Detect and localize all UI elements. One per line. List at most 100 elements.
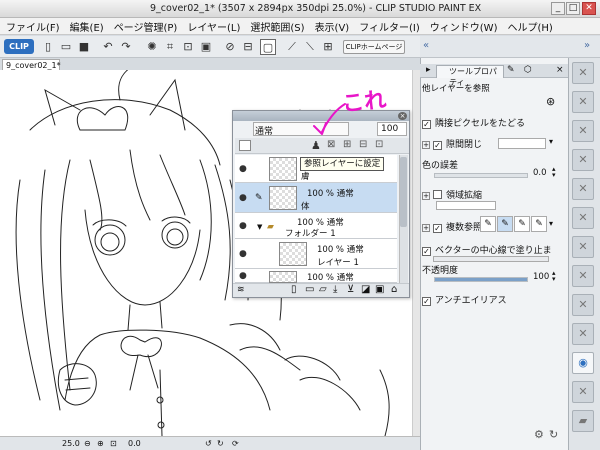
- eye-icon[interactable]: ●: [239, 193, 251, 203]
- trace-pixels-row[interactable]: ✓ 隣接ピクセルをたどる: [422, 116, 560, 129]
- palette-slot-9-icon[interactable]: ✕: [572, 294, 594, 316]
- eye-icon[interactable]: ●: [239, 249, 251, 259]
- open-folder-icon[interactable]: ▭: [58, 39, 74, 55]
- menu-help[interactable]: ヘルプ(H): [507, 19, 552, 34]
- gap-close-dropdown-icon[interactable]: ▾: [549, 137, 553, 146]
- redo-icon[interactable]: ↷: [118, 39, 134, 55]
- layer-palette-close-icon[interactable]: ×: [398, 112, 407, 120]
- menu-layer[interactable]: レイヤー(L): [187, 19, 240, 34]
- area-scaling-row[interactable]: + 領域拡縮: [422, 188, 560, 201]
- palette-slot-10-icon[interactable]: ✕: [572, 323, 594, 345]
- menu-page[interactable]: ページ管理(P): [114, 19, 178, 34]
- palette-expand-icon[interactable]: ▸: [426, 65, 431, 75]
- area-scaling-expand-icon[interactable]: +: [422, 192, 430, 200]
- antialias-row[interactable]: ✓ アンチエイリアス: [422, 293, 560, 306]
- lock-transparency-icon[interactable]: ⊞: [343, 139, 351, 150]
- layer-row[interactable]: ● 100 % 通常 レイヤー 1: [235, 239, 397, 269]
- clip-logo-button[interactable]: CLIP: [4, 39, 34, 54]
- panel-close-icon[interactable]: ×: [556, 65, 564, 75]
- reset-rotation-icon[interactable]: ⟳: [232, 439, 239, 448]
- opacity-slider[interactable]: [434, 277, 528, 282]
- special-ruler-icon[interactable]: ⟍: [302, 39, 318, 55]
- clear-icon[interactable]: ✺: [144, 39, 160, 55]
- area-scaling-input[interactable]: [436, 201, 496, 210]
- reference-all-layers-icon[interactable]: ✎: [480, 216, 496, 232]
- dock-expand-icon[interactable]: »: [584, 40, 590, 51]
- fit-screen-icon[interactable]: ⊡: [110, 439, 117, 448]
- menu-edit[interactable]: 編集(E): [70, 19, 104, 34]
- fill-icon[interactable]: ▣: [198, 39, 214, 55]
- multi-ref-checkbox[interactable]: ✓: [433, 224, 442, 233]
- opacity-stepper[interactable]: ▴ ▾: [552, 270, 556, 283]
- rotate-right-icon[interactable]: ↻: [217, 439, 224, 448]
- transform-icon[interactable]: ⌗: [162, 39, 178, 55]
- dock-collapse-icon[interactable]: «: [423, 40, 429, 51]
- eye-icon[interactable]: ●: [239, 221, 251, 231]
- color-margin-slider[interactable]: [434, 173, 528, 178]
- palette-slot-2-icon[interactable]: ✕: [572, 91, 594, 113]
- layer-row[interactable]: ● ✎ 100 % 通常 体: [235, 183, 397, 213]
- palette-slot-4-icon[interactable]: ✕: [572, 149, 594, 171]
- eye-icon[interactable]: ●: [239, 164, 251, 174]
- new-vector-layer-icon[interactable]: ▭: [305, 284, 314, 295]
- rotation-value[interactable]: 0.0: [128, 439, 141, 448]
- new-folder-icon[interactable]: ▱: [319, 284, 327, 295]
- multi-ref-dropdown-icon[interactable]: ▾: [549, 219, 553, 228]
- layer-row[interactable]: ● 100 % 通常: [235, 269, 397, 283]
- draft-layer-icon[interactable]: ⊡: [375, 139, 383, 150]
- settings-icon[interactable]: ⚙: [534, 428, 544, 441]
- sub-tool-detail-tab-icon[interactable]: ⬡: [524, 65, 532, 75]
- palette-slot-8-icon[interactable]: ✕: [572, 265, 594, 287]
- gap-close-checkbox[interactable]: ✓: [433, 141, 442, 150]
- delete-layer-icon[interactable]: ⌂: [391, 284, 397, 295]
- menu-filter[interactable]: フィルター(I): [359, 19, 420, 34]
- search-icon[interactable]: ⊛: [546, 95, 560, 109]
- maximize-button[interactable]: □: [566, 2, 580, 15]
- menu-window[interactable]: ウィンドウ(W): [430, 19, 498, 34]
- gap-close-expand-icon[interactable]: +: [422, 141, 430, 149]
- grid-snap-icon[interactable]: ⊞: [320, 39, 336, 55]
- trace-pixels-checkbox[interactable]: ✓: [422, 120, 431, 129]
- color-wheel-icon[interactable]: ◉: [572, 352, 594, 374]
- vector-center-row[interactable]: ✓ ベクターの中心線で塗り止ま: [422, 243, 560, 256]
- ruler-snap-icon[interactable]: ⟋: [284, 39, 300, 55]
- canvas-vertical-scrollbar[interactable]: [412, 70, 420, 436]
- reference-layer-mode-icon[interactable]: ✎: [497, 216, 513, 232]
- layer-color-icon[interactable]: [239, 140, 251, 151]
- invert-selection-icon[interactable]: ⊟: [240, 39, 256, 55]
- clip-lower-layer-icon[interactable]: ⊟: [359, 139, 367, 150]
- gap-close-level-selector[interactable]: [498, 138, 546, 149]
- palette-menu-icon[interactable]: ≋: [237, 285, 245, 295]
- reset-icon[interactable]: ↻: [549, 428, 558, 441]
- palette-slot-3-icon[interactable]: ✕: [572, 120, 594, 142]
- menu-selection[interactable]: 選択範囲(S): [250, 19, 304, 34]
- zoom-in-icon[interactable]: ⊕: [97, 439, 104, 448]
- vector-center-checkbox[interactable]: ✓: [422, 247, 431, 256]
- minimize-button[interactable]: _: [551, 2, 565, 15]
- folder-palette-icon[interactable]: ▰: [572, 410, 594, 432]
- layer-list-scroll-thumb[interactable]: [400, 157, 407, 227]
- multi-ref-expand-icon[interactable]: +: [422, 224, 430, 232]
- select-none-icon[interactable]: ⊘: [222, 39, 238, 55]
- menu-file[interactable]: ファイル(F): [6, 19, 60, 34]
- zoom-value[interactable]: 25.0: [62, 439, 80, 448]
- tool-property-tab[interactable]: ツールプロパティ: [436, 65, 504, 87]
- material-palette-icon[interactable]: ✕: [572, 381, 594, 403]
- clip-home-button[interactable]: CLIPホームページ: [343, 40, 405, 54]
- opacity-value[interactable]: 100: [533, 272, 549, 282]
- new-canvas-icon[interactable]: ▯: [40, 39, 56, 55]
- rotate-left-icon[interactable]: ↺: [205, 439, 212, 448]
- color-margin-value[interactable]: 0.0: [533, 168, 547, 178]
- undo-icon[interactable]: ↶: [100, 39, 116, 55]
- palette-slot-5-icon[interactable]: ✕: [572, 178, 594, 200]
- palette-slot-7-icon[interactable]: ✕: [572, 236, 594, 258]
- eye-icon[interactable]: ●: [239, 271, 251, 281]
- folder-expand-icon[interactable]: ▼: [257, 223, 262, 231]
- color-margin-stepper[interactable]: ▴ ▾: [552, 166, 556, 179]
- close-window-button[interactable]: ✕: [582, 2, 596, 15]
- area-scaling-checkbox[interactable]: [433, 190, 442, 199]
- mask-icon[interactable]: ◪: [361, 284, 370, 295]
- palette-slot-6-icon[interactable]: ✕: [572, 207, 594, 229]
- merge-down-icon[interactable]: ⊻: [347, 284, 354, 295]
- crop-icon[interactable]: ⊡: [180, 39, 196, 55]
